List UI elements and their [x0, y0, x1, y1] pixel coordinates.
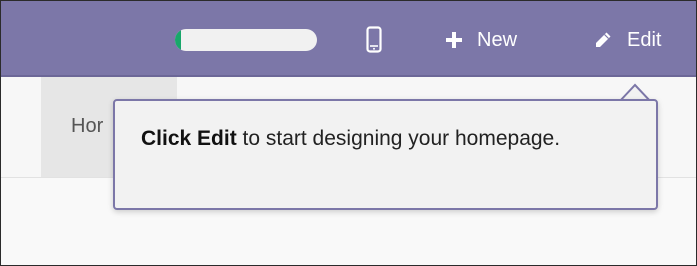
- home-menu-item-label: Hor: [71, 115, 104, 137]
- new-button[interactable]: New: [445, 27, 517, 53]
- pencil-icon: [596, 32, 611, 47]
- tooltip-bold-text: Click Edit: [141, 127, 237, 150]
- progress-bar: [175, 29, 317, 51]
- edit-button[interactable]: Edit: [593, 27, 661, 53]
- plus-icon: [446, 32, 462, 48]
- edit-button-label: Edit: [627, 28, 662, 51]
- tooltip-message: Click Edit to start designing your homep…: [141, 121, 641, 157]
- tooltip-body-text: to start designing your homepage.: [236, 127, 561, 150]
- edit-tip-popover: Click Edit to start designing your homep…: [113, 99, 658, 210]
- top-toolbar: New Edit: [1, 1, 696, 77]
- mobile-phone-icon[interactable]: [366, 26, 382, 53]
- progress-bar-fill: [175, 29, 181, 51]
- new-button-label: New: [477, 28, 518, 51]
- website-builder-frame: New Edit Hor Click Edit to start designi…: [0, 0, 697, 266]
